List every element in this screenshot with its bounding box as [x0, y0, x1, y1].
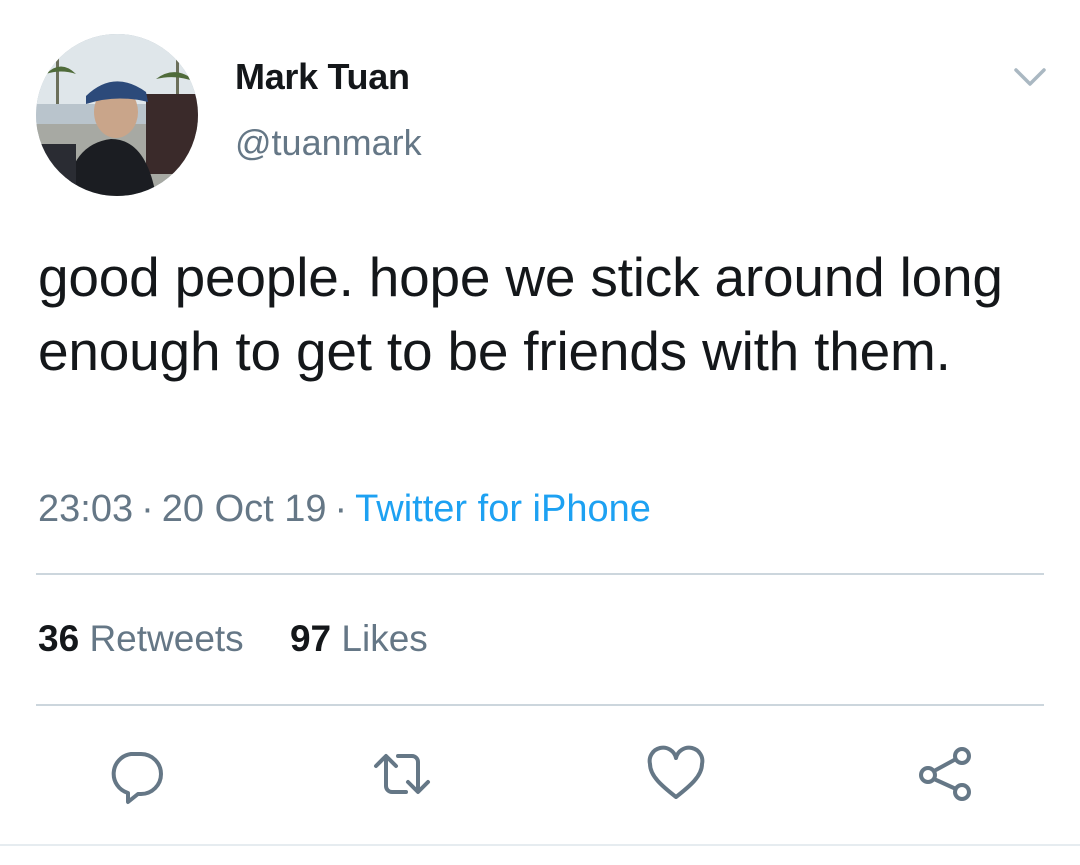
- meta-separator: ·: [141, 488, 154, 530]
- retweets-label: Retweets: [89, 618, 244, 659]
- share-icon: [919, 747, 971, 801]
- tweet-time: 23:03: [38, 488, 134, 530]
- retweet-button[interactable]: [370, 742, 434, 806]
- retweets-stat[interactable]: 36 Retweets: [38, 618, 244, 660]
- divider: [36, 704, 1044, 706]
- divider: [36, 573, 1044, 575]
- retweet-icon: [374, 754, 430, 794]
- likes-stat[interactable]: 97 Likes: [290, 618, 428, 660]
- share-button[interactable]: [914, 742, 978, 806]
- tweet-date: 20 Oct 19: [161, 488, 327, 530]
- likes-count: 97: [289, 618, 332, 659]
- reply-button[interactable]: [104, 742, 168, 806]
- meta-separator: ·: [334, 488, 348, 530]
- tweet-text: good people. hope we stick around long e…: [38, 246, 1003, 382]
- avatar-photo: [36, 34, 198, 196]
- avatar[interactable]: [36, 34, 198, 196]
- author-handle[interactable]: @tuanmark: [235, 122, 422, 164]
- tweet-stats: 36 Retweets 97 Likes: [38, 618, 464, 660]
- tweet-meta: 23:03 · 20 Oct 19 · Twitter for iPhone: [38, 488, 651, 531]
- chevron-down-icon[interactable]: [1010, 60, 1050, 96]
- heart-icon: [647, 745, 705, 799]
- bottom-divider: [0, 844, 1080, 846]
- reply-icon: [111, 752, 163, 804]
- like-button[interactable]: [644, 742, 708, 806]
- author-display-name[interactable]: Mark Tuan: [235, 56, 410, 98]
- tweet-source-link[interactable]: Twitter for iPhone: [355, 488, 651, 530]
- retweets-count: 36: [38, 618, 80, 659]
- likes-label: Likes: [341, 618, 428, 659]
